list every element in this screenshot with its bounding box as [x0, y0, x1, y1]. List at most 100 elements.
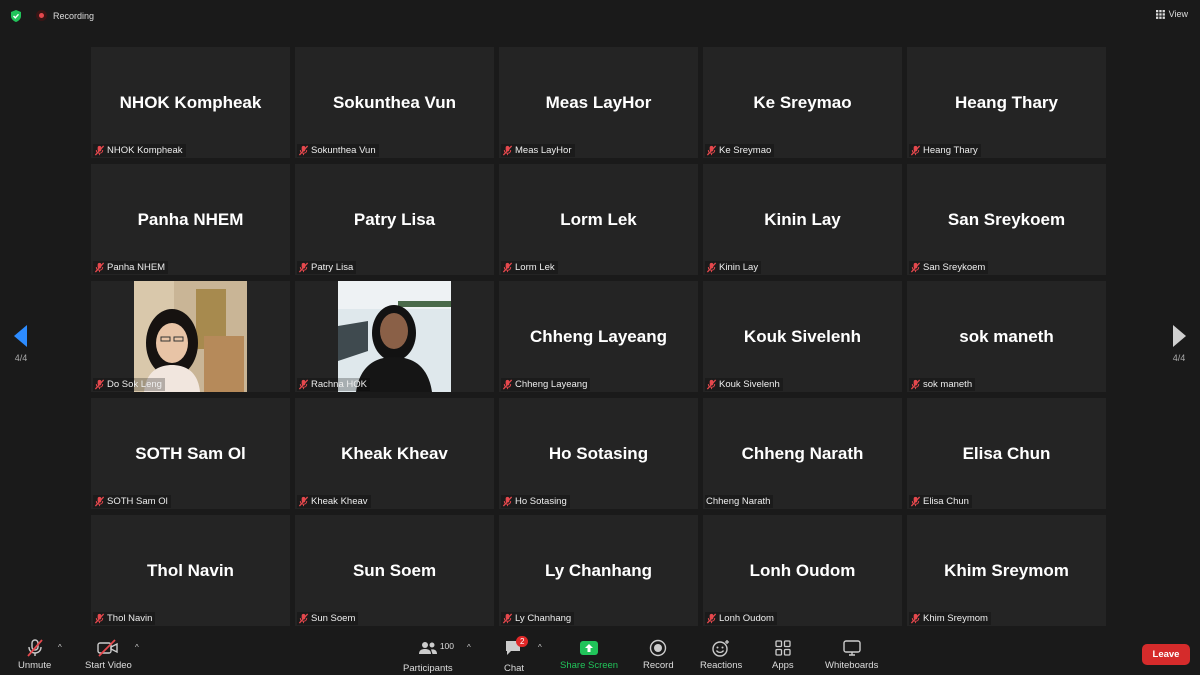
participant-tile[interactable]: Panha NHEM Panha NHEM — [91, 164, 290, 275]
page-indicator-right: 4/4 — [1172, 353, 1186, 363]
whiteboards-label: Whiteboards — [825, 660, 879, 671]
record-button[interactable]: Record — [643, 639, 674, 671]
share-screen-button[interactable]: Share Screen — [560, 639, 618, 671]
participant-name: Ke Sreymao — [719, 145, 772, 156]
participant-tile[interactable]: SOTH Sam Ol SOTH Sam Ol — [91, 398, 290, 509]
participant-name: Kouk Sivelenh — [719, 379, 780, 390]
participants-options-caret[interactable]: ^ — [467, 643, 471, 652]
participant-name: San Sreykoem — [923, 262, 986, 273]
view-button[interactable]: View — [1155, 9, 1188, 19]
microphone-muted-icon — [910, 262, 921, 273]
shield-icon[interactable] — [9, 9, 23, 23]
participant-display-name: Ly Chanhang — [544, 561, 653, 580]
unmute-button[interactable]: Unmute — [18, 639, 51, 671]
recording-indicator[interactable]: Recording — [36, 10, 94, 21]
participant-tile[interactable]: Lonh Oudom Lonh Oudom — [703, 515, 902, 626]
top-bar: Recording View — [0, 0, 1200, 32]
microphone-muted-icon — [94, 262, 105, 273]
video-options-caret[interactable]: ^ — [135, 643, 139, 652]
participant-tile[interactable]: Sun Soem Sun Soem — [295, 515, 494, 626]
participant-display-name: Heang Thary — [955, 93, 1058, 112]
participant-tile[interactable]: Lorm Lek Lorm Lek — [499, 164, 698, 275]
chat-options-caret[interactable]: ^ — [538, 643, 542, 652]
participant-name: Thol Navin — [107, 613, 153, 624]
participant-tile[interactable]: Thol Navin Thol Navin — [91, 515, 290, 626]
next-page-button[interactable]: 4/4 — [1172, 325, 1186, 363]
participant-name: Kinin Lay — [719, 262, 759, 273]
participant-tile[interactable]: Kinin Lay Kinin Lay — [703, 164, 902, 275]
participant-name-label: Sun Soem — [297, 612, 359, 625]
start-video-button[interactable]: Start Video — [85, 639, 132, 671]
participant-name-label: Patry Lisa — [297, 261, 357, 274]
apps-label: Apps — [772, 660, 794, 671]
participant-name-label: Meas LayHor — [501, 144, 575, 157]
audio-options-caret[interactable]: ^ — [58, 643, 62, 652]
microphone-muted-icon — [910, 379, 921, 390]
participant-name-label: Panha NHEM — [93, 261, 169, 274]
participant-tile[interactable]: Ly Chanhang Ly Chanhang — [499, 515, 698, 626]
participant-tile[interactable]: Patry Lisa Patry Lisa — [295, 164, 494, 275]
participant-tile[interactable]: Ho Sotasing Ho Sotasing — [499, 398, 698, 509]
whiteboard-icon — [842, 640, 861, 656]
participant-name-label: Ly Chanhang — [501, 612, 575, 625]
participant-display-name: SOTH Sam Ol — [135, 444, 246, 463]
participant-name-label: Ho Sotasing — [501, 495, 570, 508]
participant-tile[interactable]: Chheng Layeang Chheng Layeang — [499, 281, 698, 392]
participant-name: Panha NHEM — [107, 262, 166, 273]
participant-tile[interactable]: sok maneth sok maneth — [907, 281, 1106, 392]
participant-tile[interactable]: NHOK Kompheak NHOK Kompheak — [91, 47, 290, 158]
participant-tile[interactable]: Kheak Kheav Kheak Kheav — [295, 398, 494, 509]
apps-icon — [775, 640, 791, 656]
participant-tile[interactable]: Rachna HOK — [295, 281, 494, 392]
participant-name: sok maneth — [923, 379, 973, 390]
apps-button[interactable]: Apps — [772, 639, 794, 671]
leave-button[interactable]: Leave — [1142, 644, 1190, 665]
participant-display-name: Elisa Chun — [962, 444, 1051, 463]
microphone-muted-icon — [910, 613, 921, 624]
recording-icon — [36, 10, 47, 21]
participant-tile[interactable]: Khim Sreymom Khim Sreymom — [907, 515, 1106, 626]
microphone-muted-icon — [94, 145, 105, 156]
meeting-toolbar: Unmute ^ Start Video ^ 100 Participants … — [0, 629, 1200, 675]
participants-button[interactable]: 100 Participants — [403, 639, 454, 674]
unmute-label: Unmute — [18, 660, 52, 671]
participant-tile[interactable]: Meas LayHor Meas LayHor — [499, 47, 698, 158]
participant-name: Lonh Oudom — [719, 613, 774, 624]
prev-page-button[interactable]: 4/4 — [14, 325, 28, 363]
microphone-muted-icon — [502, 262, 513, 273]
chevron-right-icon — [1173, 325, 1186, 347]
participant-tile[interactable]: Chheng Narath Chheng Narath — [703, 398, 902, 509]
participant-video — [338, 281, 451, 392]
microphone-muted-icon — [298, 379, 309, 390]
microphone-muted-icon — [26, 639, 43, 657]
participant-name: Rachna HOK — [311, 379, 367, 390]
whiteboards-button[interactable]: Whiteboards — [825, 639, 878, 671]
chat-button[interactable]: 2 Chat — [504, 636, 529, 674]
microphone-muted-icon — [298, 613, 309, 624]
participant-name: Kheak Kheav — [311, 496, 368, 507]
participant-tile[interactable]: Ke Sreymao Ke Sreymao — [703, 47, 902, 158]
microphone-muted-icon — [94, 496, 105, 507]
participant-tile[interactable]: Kouk Sivelenh Kouk Sivelenh — [703, 281, 902, 392]
participant-display-name: Thol Navin — [147, 561, 234, 580]
participant-display-name: Lonh Oudom — [749, 561, 856, 580]
participant-video-frame — [338, 281, 451, 392]
microphone-muted-icon — [502, 379, 513, 390]
chevron-left-icon — [14, 325, 27, 347]
video-grid: NHOK Kompheak NHOK Kompheak Sokunthea Vun S… — [91, 47, 1109, 628]
participant-name: Lorm Lek — [515, 262, 555, 273]
participant-name-label: sok maneth — [909, 378, 976, 391]
reactions-button[interactable]: Reactions — [700, 639, 742, 671]
microphone-muted-icon — [706, 613, 717, 624]
participant-tile[interactable]: Heang Thary Heang Thary — [907, 47, 1106, 158]
participant-name-label: Lonh Oudom — [705, 612, 777, 625]
participants-label: Participants — [403, 663, 453, 674]
participant-display-name: Sokunthea Vun — [332, 93, 457, 112]
participant-tile[interactable]: Elisa Chun Elisa Chun — [907, 398, 1106, 509]
participant-tile[interactable]: San Sreykoem San Sreykoem — [907, 164, 1106, 275]
record-icon — [650, 639, 667, 657]
participant-name-label: Lorm Lek — [501, 261, 558, 274]
participant-name: NHOK Kompheak — [107, 145, 183, 156]
participant-tile[interactable]: Do Sok Leng — [91, 281, 290, 392]
participant-tile[interactable]: Sokunthea Vun Sokunthea Vun — [295, 47, 494, 158]
